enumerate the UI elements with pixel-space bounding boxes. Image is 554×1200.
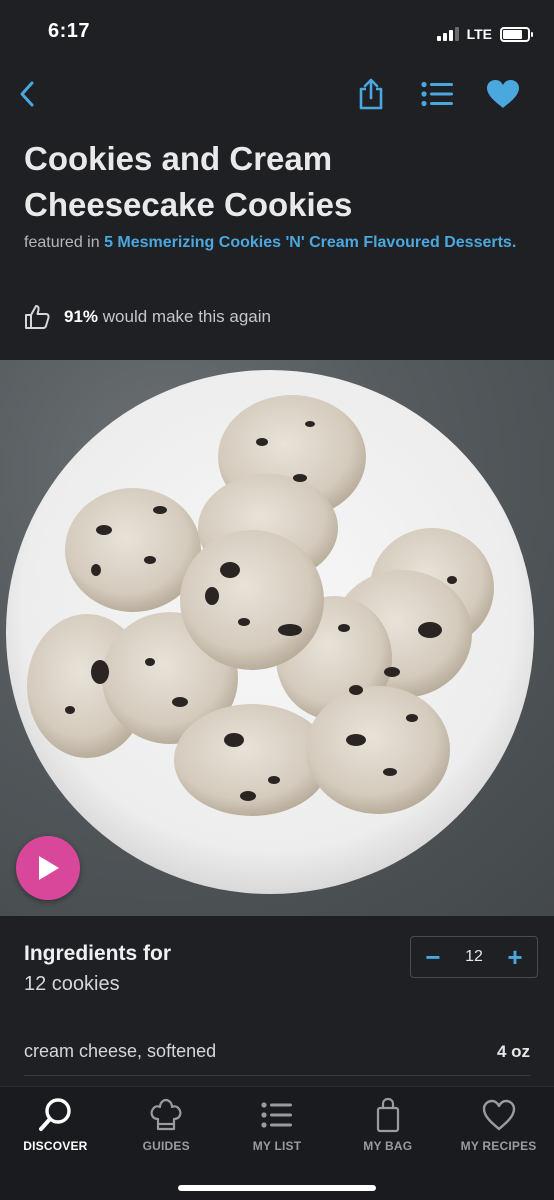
status-bar: 6:17 LTE [0, 0, 554, 64]
tab-label: MY LIST [252, 1139, 302, 1153]
tab-my-bag[interactable]: MY BAG [332, 1087, 443, 1167]
featured-collection-link[interactable]: 5 Mesmerizing Cookies 'N' Cream Flavoure… [104, 234, 516, 251]
ingredient-quantity: 4 oz [496, 1041, 530, 1061]
featured-prefix: featured in [24, 234, 100, 251]
thumbs-up-icon [25, 305, 50, 329]
battery-icon [500, 26, 533, 42]
share-button[interactable] [354, 76, 388, 112]
network-label: LTE [466, 26, 492, 42]
play-icon [39, 856, 59, 880]
tab-bar: DISCOVER GUIDES MY LIST MY BAG MY RECIPE… [0, 1086, 554, 1200]
ingredient-name: cream cheese, softened [24, 1041, 217, 1061]
recipe-title: Cookies and Cream Cheesecake Cookies [24, 140, 353, 223]
ingredients-header: Ingredients for 12 cookies [24, 940, 171, 1000]
rating-percent: 91% [64, 307, 99, 326]
favorite-button[interactable] [486, 76, 520, 112]
back-chevron-icon [20, 81, 34, 107]
featured-in: featured in 5 Mesmerizing Cookies 'N' Cr… [24, 230, 524, 255]
nav-bar [0, 64, 554, 126]
list-icon [261, 1102, 292, 1128]
nav-actions [354, 74, 520, 114]
tab-label: MY RECIPES [460, 1139, 537, 1153]
home-indicator [178, 1185, 376, 1191]
heart-outline-icon [482, 1099, 515, 1131]
play-video-button[interactable] [16, 836, 80, 900]
share-icon [359, 78, 383, 110]
add-to-list-button[interactable] [420, 76, 454, 112]
ingredients-servings: 12 cookies [24, 973, 120, 995]
signal-icon [436, 27, 459, 41]
bag-icon [376, 1097, 399, 1133]
status-indicators: LTE [436, 24, 533, 44]
tab-label: GUIDES [142, 1139, 190, 1153]
tab-my-list[interactable]: MY LIST [222, 1087, 333, 1167]
servings-stepper: − 12 + [410, 936, 538, 978]
rating-text: would make this again [102, 307, 271, 326]
recipe-hero-image [0, 360, 554, 916]
heart-icon [487, 80, 519, 108]
ingredient-row: cream cheese, softened 4 oz [24, 1028, 530, 1076]
servings-value: 12 [465, 948, 483, 965]
ingredients-title: Ingredients for [24, 942, 172, 965]
back-button[interactable] [12, 76, 42, 112]
tab-label: DISCOVER [23, 1139, 88, 1153]
decrease-servings-button[interactable]: − [423, 944, 443, 970]
status-time: 6:17 [48, 20, 91, 42]
tab-discover[interactable]: DISCOVER [0, 1087, 111, 1167]
list-icon [421, 81, 453, 107]
search-icon [39, 1098, 72, 1131]
tab-guides[interactable]: GUIDES [111, 1087, 222, 1167]
chef-hat-icon [150, 1098, 182, 1131]
tab-label: MY BAG [363, 1139, 413, 1153]
rating-row: 91% would make this again [24, 302, 271, 332]
tab-my-recipes[interactable]: MY RECIPES [443, 1087, 554, 1167]
increase-servings-button[interactable]: + [505, 944, 525, 970]
